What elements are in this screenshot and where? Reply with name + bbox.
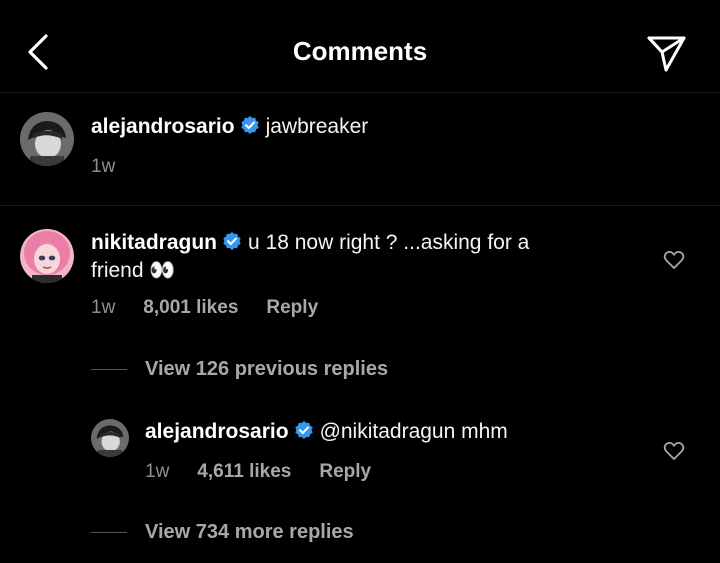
comments-screen: Comments alejandrosario jawbreaker 1w ni… (0, 0, 720, 563)
header-divider (0, 92, 720, 93)
caption-text: jawbreaker (265, 115, 369, 138)
view-previous-replies-button[interactable]: View 126 previous replies (145, 358, 388, 381)
comment-like-button[interactable] (663, 250, 685, 270)
comment-username[interactable]: nikitadragun (91, 231, 217, 254)
share-button[interactable] (644, 32, 688, 74)
caption-divider (0, 205, 720, 206)
reply-meta: 1w 4,611 likes Reply (145, 461, 399, 483)
caption-username[interactable]: alejandrosario (91, 115, 235, 138)
caption-avatar[interactable] (20, 112, 74, 166)
caption-line: alejandrosario jawbreaker (91, 115, 368, 139)
reply-time: 1w (145, 461, 170, 482)
verified-badge-icon (223, 232, 241, 250)
reply-likes[interactable]: 4,611 likes (197, 461, 291, 482)
caption-time: 1w (91, 156, 116, 177)
view-more-line (91, 532, 127, 533)
comment-text-line1: u 18 now right ? ...asking for a (248, 231, 530, 254)
heart-icon (663, 441, 685, 460)
view-previous-line (91, 369, 127, 370)
comment-time: 1w (91, 297, 116, 318)
comment-text-line2: friend 👀 (91, 259, 176, 282)
heart-icon (663, 250, 685, 269)
reply-like-button[interactable] (663, 441, 685, 461)
comment-reply-button[interactable]: Reply (266, 297, 318, 318)
reply-avatar[interactable] (91, 419, 129, 457)
verified-badge-icon (294, 421, 313, 439)
paper-plane-icon (647, 36, 686, 72)
comment-body: nikitadragun u 18 now right ? ...asking f… (91, 229, 621, 285)
reply-username[interactable]: alejandrosario (145, 420, 289, 443)
verified-badge-icon (240, 116, 259, 134)
reply-text: @nikitadragun mhm (319, 420, 508, 443)
view-more-replies-button[interactable]: View 734 more replies (145, 521, 354, 544)
page-title: Comments (292, 36, 428, 66)
reply-line: alejandrosario @nikitadragun mhm (145, 420, 508, 444)
comment-meta: 1w 8,001 likes Reply (91, 297, 346, 319)
caption-meta: 1w (91, 156, 143, 178)
comment-avatar[interactable] (20, 229, 74, 283)
comment-likes[interactable]: 8,001 likes (143, 297, 238, 318)
reply-reply-button[interactable]: Reply (319, 461, 371, 482)
header: Comments (0, 0, 720, 92)
